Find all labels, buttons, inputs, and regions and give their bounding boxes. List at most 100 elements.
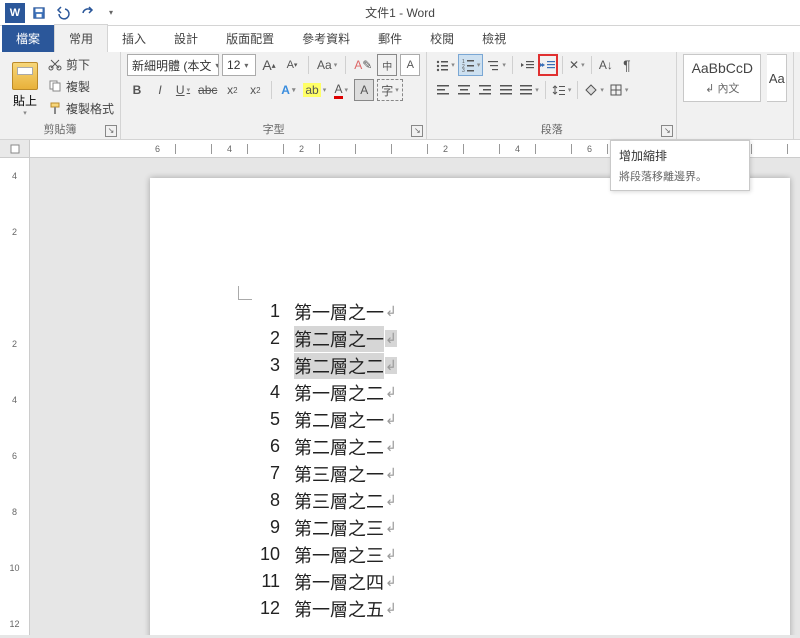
- shading-button[interactable]: [582, 79, 606, 101]
- paragraph-dialog-launcher[interactable]: ↘: [661, 125, 673, 137]
- list-item[interactable]: 6第二層之二↲: [250, 433, 720, 460]
- strikethrough-button[interactable]: abc: [196, 79, 219, 101]
- page-margin-mark: [238, 286, 252, 300]
- list-item[interactable]: 2第二層之一↲: [250, 325, 720, 352]
- justify-button[interactable]: [496, 79, 516, 101]
- list-item[interactable]: 8第三層之二↲: [250, 487, 720, 514]
- change-case-button[interactable]: Aa: [315, 54, 339, 76]
- ruler-corner: [0, 140, 30, 157]
- asian-layout-button[interactable]: ✕: [567, 54, 587, 76]
- phonetic-guide-button[interactable]: 中: [377, 54, 397, 76]
- paste-label: 貼上: [13, 92, 37, 109]
- window-title: 文件1 - Word: [365, 4, 435, 21]
- decrease-indent-button[interactable]: [517, 54, 537, 76]
- redo-button[interactable]: [76, 2, 98, 24]
- list-text: 第二層之一: [294, 326, 384, 352]
- tab-mail[interactable]: 郵件: [364, 25, 416, 52]
- undo-button[interactable]: [52, 2, 74, 24]
- svg-text:3: 3: [462, 68, 465, 72]
- paste-button[interactable]: 貼上 ▾: [6, 54, 44, 121]
- document-area[interactable]: 1第一層之一↲2第二層之一↲3第二層之二↲4第一層之二↲5第二層之一↲6第二層之…: [30, 158, 800, 635]
- style-normal[interactable]: AaBbCcD ↲ 內文: [683, 54, 761, 102]
- char-border-button[interactable]: 字: [377, 79, 403, 101]
- multilevel-list-button[interactable]: [484, 54, 508, 76]
- align-left-button[interactable]: [433, 79, 453, 101]
- font-size-combo[interactable]: 12▾: [222, 54, 256, 76]
- align-right-button[interactable]: [475, 79, 495, 101]
- tab-layout[interactable]: 版面配置: [212, 25, 288, 52]
- style-next[interactable]: Aa: [767, 54, 787, 102]
- shrink-font-button[interactable]: A▾: [282, 54, 302, 76]
- subscript-button[interactable]: x2: [222, 79, 242, 101]
- list-number: 8: [250, 490, 280, 511]
- style-sample: AaBbCcD: [692, 60, 753, 76]
- list-number: 4: [250, 382, 280, 403]
- numbering-button[interactable]: 123: [458, 54, 484, 76]
- font-name-value: 新細明體 (本文: [132, 57, 211, 74]
- list-text: 第一層之五: [294, 596, 384, 622]
- group-clipboard: 貼上 ▾ 剪下 複製 複製格式 剪貼簿 ↘: [0, 52, 121, 139]
- text-effects-button[interactable]: A: [278, 79, 298, 101]
- copy-label: 複製: [66, 78, 90, 95]
- list-item[interactable]: 11第一層之四↲: [250, 568, 720, 595]
- tab-design[interactable]: 設計: [160, 25, 212, 52]
- list-item[interactable]: 9第二層之三↲: [250, 514, 720, 541]
- list-number: 12: [250, 598, 280, 619]
- page[interactable]: 1第一層之一↲2第二層之一↲3第二層之二↲4第一層之二↲5第二層之一↲6第二層之…: [150, 178, 790, 635]
- list-number: 1: [250, 301, 280, 322]
- tab-references[interactable]: 參考資料: [288, 25, 364, 52]
- align-center-button[interactable]: [454, 79, 474, 101]
- list-item[interactable]: 1第一層之一↲: [250, 298, 720, 325]
- bullets-button[interactable]: [433, 54, 457, 76]
- char-shading-button[interactable]: A: [354, 79, 374, 101]
- line-spacing-button[interactable]: [550, 79, 574, 101]
- ribbon: 貼上 ▾ 剪下 複製 複製格式 剪貼簿 ↘: [0, 52, 800, 140]
- bold-button[interactable]: B: [127, 79, 147, 101]
- font-color-button[interactable]: A: [331, 79, 351, 101]
- list-item[interactable]: 12第一層之五↲: [250, 595, 720, 622]
- clear-formatting-button[interactable]: A✎: [352, 54, 374, 76]
- cut-button[interactable]: 剪下: [48, 54, 114, 74]
- paragraph-mark-icon: ↲: [385, 384, 397, 401]
- list-text: 第一層之二: [294, 380, 384, 406]
- list-item[interactable]: 3第二層之二↲: [250, 352, 720, 379]
- borders-button[interactable]: [607, 79, 631, 101]
- list-text: 第二層之一: [294, 407, 384, 433]
- list-item[interactable]: 4 第一層之二↲: [250, 379, 720, 406]
- clipboard-dialog-launcher[interactable]: ↘: [105, 125, 117, 137]
- format-painter-button[interactable]: 複製格式: [48, 98, 114, 118]
- increase-indent-button[interactable]: [538, 54, 558, 76]
- list-text: 第二層之二: [294, 434, 384, 460]
- sort-button[interactable]: A↓: [596, 54, 616, 76]
- style-name: ↲ 內文: [705, 80, 739, 96]
- list-number: 5: [250, 409, 280, 430]
- save-button[interactable]: [28, 2, 50, 24]
- group-styles: AaBbCcD ↲ 內文 Aa: [677, 52, 794, 139]
- underline-button[interactable]: U: [173, 79, 193, 101]
- superscript-button[interactable]: x2: [245, 79, 265, 101]
- grow-font-button[interactable]: A▴: [259, 54, 279, 76]
- italic-button[interactable]: I: [150, 79, 170, 101]
- tab-home[interactable]: 常用: [54, 24, 108, 52]
- enclose-chars-button[interactable]: A: [400, 54, 420, 76]
- distributed-button[interactable]: [517, 79, 541, 101]
- show-marks-button[interactable]: ¶: [617, 54, 637, 76]
- copy-button[interactable]: 複製: [48, 76, 114, 96]
- vertical-ruler[interactable]: 4224681012: [0, 158, 30, 635]
- tab-insert[interactable]: 插入: [108, 25, 160, 52]
- list-item[interactable]: 10第一層之三↲: [250, 541, 720, 568]
- tooltip-title: 增加縮排: [619, 147, 741, 164]
- list-item[interactable]: 5第二層之一↲: [250, 406, 720, 433]
- list-item[interactable]: 7第三層之一↲: [250, 460, 720, 487]
- highlight-button[interactable]: ab: [301, 79, 328, 101]
- qat-customize[interactable]: ▾: [100, 2, 122, 24]
- font-dialog-launcher[interactable]: ↘: [411, 125, 423, 137]
- font-name-combo[interactable]: 新細明體 (本文▾: [127, 54, 219, 76]
- tab-view[interactable]: 檢視: [468, 25, 520, 52]
- group-font: 新細明體 (本文▾ 12▾ A▴ A▾ Aa A✎ 中 A B I U abc …: [121, 52, 427, 139]
- list-text: 第一層之一: [294, 299, 384, 325]
- paste-icon: [12, 62, 38, 90]
- tab-review[interactable]: 校閱: [416, 25, 468, 52]
- tab-file[interactable]: 檔案: [2, 25, 54, 52]
- list-number: 3: [250, 355, 280, 376]
